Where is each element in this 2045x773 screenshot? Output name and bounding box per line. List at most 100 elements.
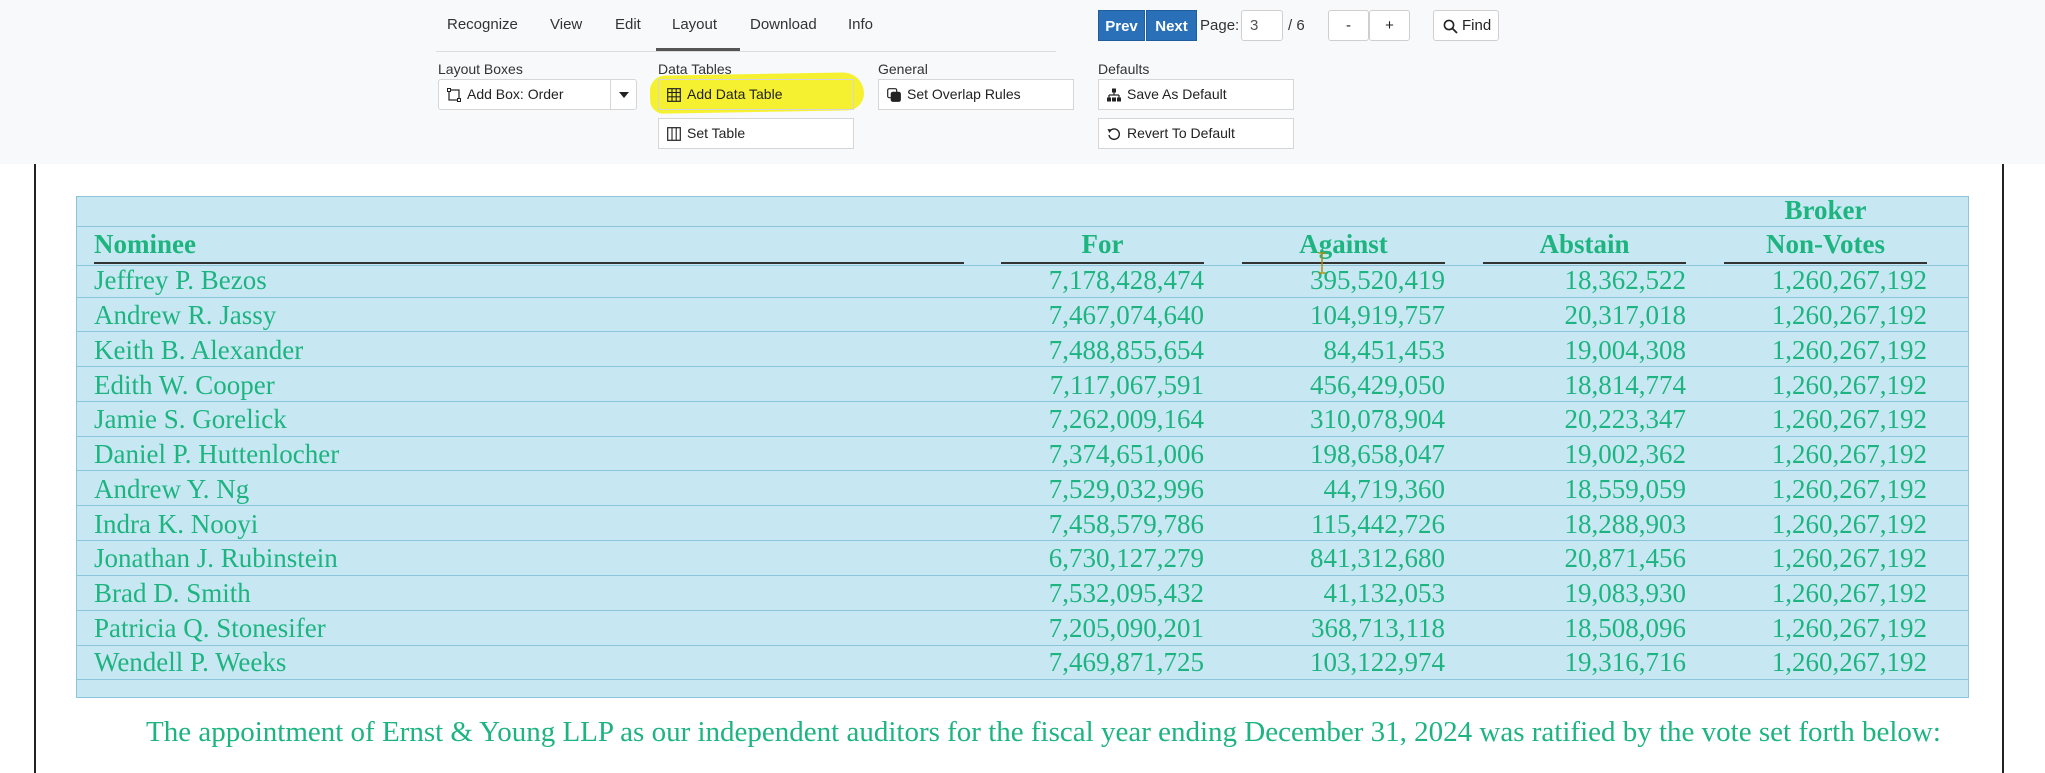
cell-broker: 1,260,267,192 [1771,439,1927,469]
header-broker-line1: Broker [1784,195,1867,225]
cell-against: 310,078,904 [1310,404,1445,434]
cell-abstain: 20,317,018 [1564,300,1687,330]
table-grid-line [77,297,1968,298]
toolbar: Recognize View Edit Layout Download Info… [0,0,2045,164]
cell-against: 198,658,047 [1310,439,1445,469]
cell-nominee: Andrew R. Jassy [94,300,277,330]
active-tab-indicator [656,48,740,51]
add-box-dropdown[interactable] [610,79,637,110]
add-box-button[interactable]: Add Box: Order [438,79,611,110]
table-icon [667,88,681,102]
cell-abstain: 19,083,930 [1564,578,1687,608]
cell-nominee: Jamie S. Gorelick [94,404,287,434]
table-grid-line [77,331,1968,332]
caret-down-icon [619,92,629,98]
tab-download[interactable]: Download [750,16,817,33]
header-abstain: Abstain [1539,229,1630,259]
layout-boxes-label: Layout Boxes [438,61,523,77]
cell-broker: 1,260,267,192 [1771,300,1927,330]
cell-against: 841,312,680 [1310,543,1445,573]
tab-layout[interactable]: Layout [672,16,717,33]
table-grid-line [77,645,1968,646]
table-grid-line [77,366,1968,367]
cell-for: 7,374,651,006 [1048,439,1204,469]
set-overlap-rules-button[interactable]: Set Overlap Rules [878,79,1074,110]
header-rule [1001,262,1204,264]
cell-for: 7,469,871,725 [1048,647,1204,677]
cell-for: 7,467,074,640 [1048,300,1204,330]
set-table-label: Set Table [687,125,746,141]
cell-against: 456,429,050 [1310,370,1445,400]
cell-abstain: 19,316,716 [1564,647,1687,677]
cell-against: 41,132,053 [1323,578,1446,608]
tab-edit[interactable]: Edit [615,16,641,33]
cell-for: 7,178,428,474 [1048,265,1204,295]
table-grid-line [77,401,1968,402]
save-as-default-button[interactable]: Save As Default [1098,79,1294,110]
zoom-out-button[interactable]: - [1328,10,1369,41]
search-icon [1443,19,1458,34]
add-box-label: Add Box: Order [467,86,564,102]
tab-recognize[interactable]: Recognize [447,16,518,33]
cell-broker: 1,260,267,192 [1771,578,1927,608]
header-rule [1483,262,1686,264]
cell-against: 104,919,757 [1310,300,1445,330]
page-total: / 6 [1288,17,1305,34]
add-data-table-button[interactable]: Add Data Table [658,79,854,110]
sitemap-icon [1107,88,1121,102]
cell-for: 7,529,032,996 [1048,474,1204,504]
cell-abstain: 18,508,096 [1564,613,1687,643]
header-rule [1242,262,1445,264]
find-label: Find [1462,17,1492,34]
cell-for: 7,532,095,432 [1048,578,1204,608]
cell-broker: 1,260,267,192 [1771,404,1927,434]
table-grid-line [77,540,1968,541]
table-grid-line [77,505,1968,506]
header-against: Against [1299,229,1388,259]
header-rule [94,262,964,264]
cell-nominee: Daniel P. Huttenlocher [94,439,340,469]
defaults-label: Defaults [1098,61,1150,77]
table-grid-line [77,575,1968,576]
auditor-ratification-text: The appointment of Ernst & Young LLP as … [146,716,1941,748]
cell-for: 7,117,067,591 [1049,370,1204,400]
add-data-table-label: Add Data Table [687,86,783,102]
cell-abstain: 19,002,362 [1564,439,1687,469]
cell-nominee: Edith W. Cooper [94,370,275,400]
revert-to-default-button[interactable]: Revert To Default [1098,118,1294,149]
cell-for: 6,730,127,279 [1048,543,1204,573]
tab-info[interactable]: Info [848,16,873,33]
cell-abstain: 20,223,347 [1564,404,1687,434]
cell-broker: 1,260,267,192 [1771,370,1927,400]
columns-icon [667,127,681,141]
find-button[interactable]: Find [1433,10,1499,41]
header-rule [1724,262,1927,264]
header-for: For [1081,229,1124,259]
table-grid-line [77,226,1968,227]
cell-nominee: Andrew Y. Ng [94,474,250,504]
cell-nominee: Jonathan J. Rubinstein [94,543,338,573]
tab-view[interactable]: View [550,16,582,33]
cell-abstain: 18,814,774 [1564,370,1687,400]
header-nominee: Nominee [94,229,196,259]
set-overlap-rules-label: Set Overlap Rules [907,86,1021,102]
table-grid-line [77,610,1968,611]
layers-icon [887,88,901,102]
cell-nominee: Jeffrey P. Bezos [94,265,267,295]
set-table-button[interactable]: Set Table [658,118,854,149]
cell-abstain: 18,288,903 [1564,509,1687,539]
prev-button[interactable]: Prev [1098,10,1145,41]
cell-nominee: Brad D. Smith [94,578,251,608]
table-grid-line [77,436,1968,437]
cell-nominee: Keith B. Alexander [94,335,304,365]
cell-abstain: 19,004,308 [1564,335,1687,365]
toolbar-divider [436,51,1056,52]
next-button[interactable]: Next [1146,10,1197,41]
cell-against: 368,713,118 [1311,613,1445,643]
cell-nominee: Patricia Q. Stonesifer [94,613,326,643]
cell-against: 44,719,360 [1323,474,1446,504]
zoom-in-button[interactable]: + [1369,10,1410,41]
page-number-input[interactable] [1241,10,1283,41]
bounding-box-icon [447,88,461,102]
cell-against: 115,442,726 [1311,509,1445,539]
